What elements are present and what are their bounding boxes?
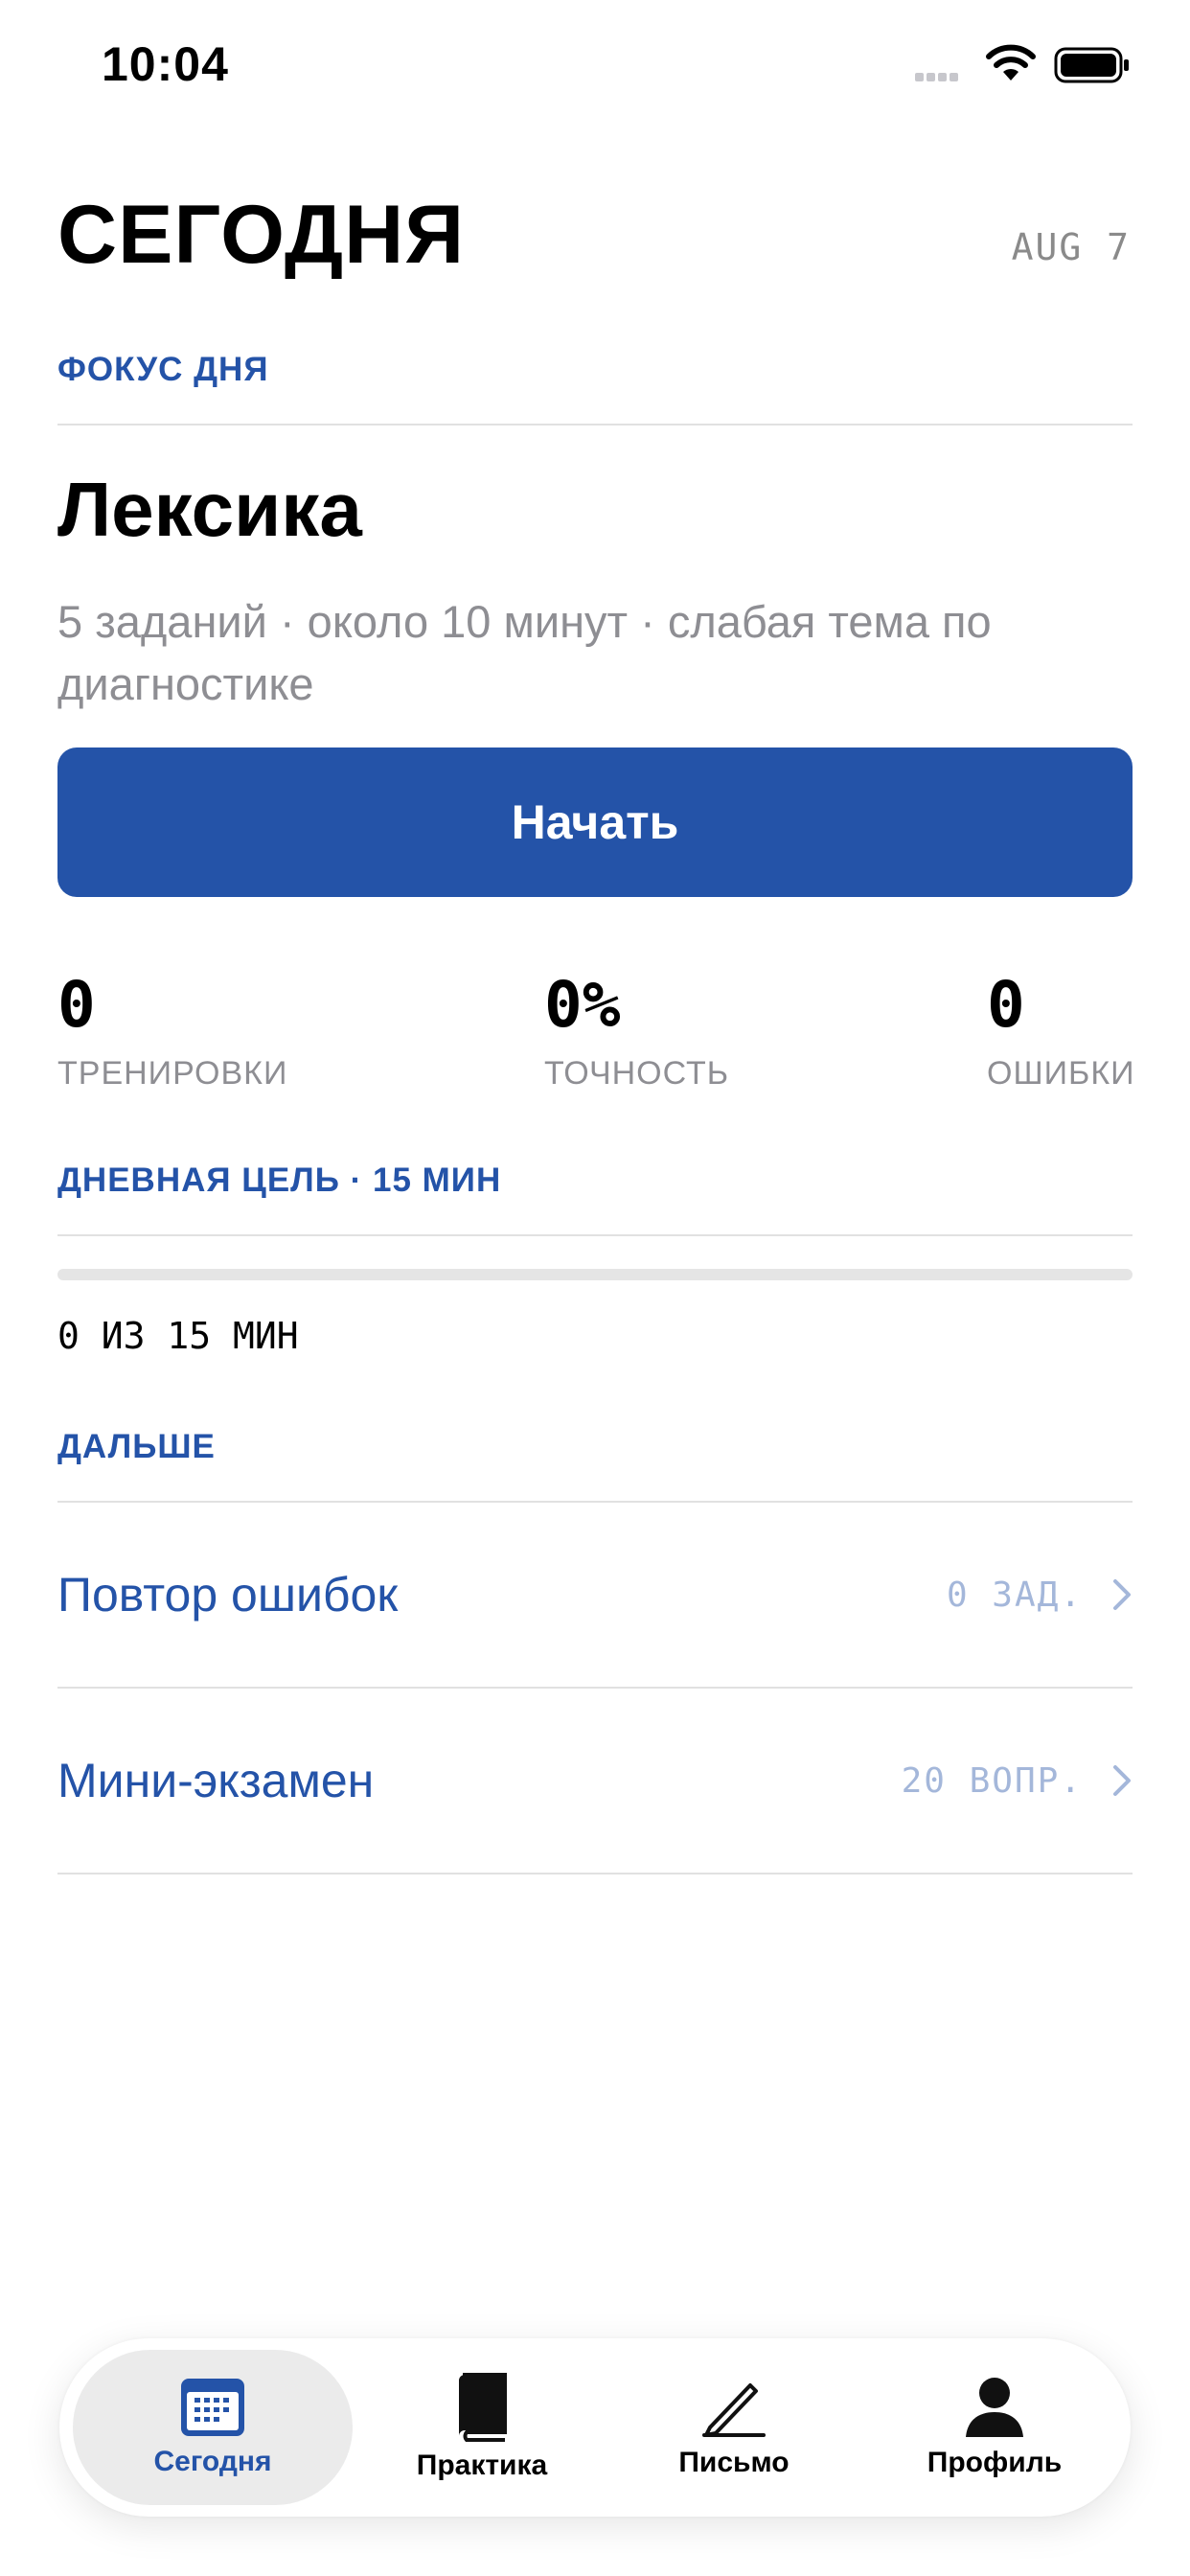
next-item-mini-exam[interactable]: Мини-экзамен 20 ВОПР.: [57, 1689, 1133, 1873]
start-button[interactable]: Начать: [57, 748, 1133, 897]
focus-title: Лексика: [57, 467, 362, 552]
stat-label: ОШИБКИ: [987, 1055, 1135, 1092]
stat-label: ТОЧНОСТЬ: [544, 1055, 730, 1092]
tab-writing[interactable]: Письмо: [625, 2338, 843, 2517]
daily-goal-label: ДНЕВНАЯ ЦЕЛЬ · 15 МИН: [57, 1162, 502, 1199]
book-icon: [459, 2373, 507, 2442]
stat-accuracy: 0% ТОЧНОСТЬ: [544, 968, 729, 1092]
stat-value: 0: [987, 968, 1025, 1042]
tab-today[interactable]: Сегодня: [73, 2350, 353, 2505]
tab-profile[interactable]: Профиль: [881, 2338, 1108, 2517]
stat-errors: 0 ОШИБКИ: [987, 968, 1135, 1092]
pencil-icon: [702, 2383, 766, 2437]
next-item-review-errors[interactable]: Повтор ошибок 0 ЗАД.: [57, 1503, 1133, 1687]
chevron-right-icon: [1113, 1765, 1131, 1796]
tab-label: Письмо: [678, 2447, 790, 2478]
stat-value: 0: [57, 968, 96, 1042]
daily-goal-progress-bar: [57, 1269, 1133, 1280]
tab-label: Практика: [416, 2450, 548, 2481]
battery-icon: [1054, 46, 1131, 89]
next-section-label: ДАЛЬШЕ: [57, 1428, 216, 1465]
divider: [57, 1873, 1133, 1874]
next-item-label: Мини-экзамен: [57, 1754, 375, 1807]
focus-section-label: ФОКУС ДНЯ: [57, 351, 269, 388]
tab-label: Сегодня: [153, 2446, 272, 2477]
stat-trainings: 0 ТРЕНИРОВКИ: [57, 968, 287, 1092]
tab-practice[interactable]: Практика: [376, 2338, 588, 2517]
wifi-icon: [985, 44, 1037, 87]
focus-description: 5 заданий · около 10 минут · слабая тема…: [57, 596, 992, 709]
next-item-count: 0 ЗАД.: [946, 1575, 1083, 1615]
divider: [57, 1234, 1133, 1236]
tab-label: Профиль: [927, 2447, 1063, 2478]
chevron-right-icon: [1113, 1579, 1131, 1610]
daily-goal-progress-text: 0 ИЗ 15 МИН: [57, 1315, 299, 1357]
next-item-label: Повтор ошибок: [57, 1568, 399, 1622]
page-title: СЕГОДНЯ: [57, 189, 466, 281]
status-time: 10:04: [102, 37, 229, 91]
next-item-count: 20 ВОПР.: [901, 1760, 1083, 1801]
tab-bar: Сегодня Практика Письмо Профиль: [59, 2338, 1131, 2517]
stat-label: ТРЕНИРОВКИ: [57, 1055, 288, 1092]
page-date: AUG 7: [1011, 226, 1131, 268]
cellular-signal-icon: [915, 69, 961, 86]
stat-value: 0%: [544, 968, 621, 1042]
divider: [57, 424, 1133, 426]
person-icon: [966, 2378, 1023, 2437]
calendar-icon: [181, 2379, 244, 2436]
